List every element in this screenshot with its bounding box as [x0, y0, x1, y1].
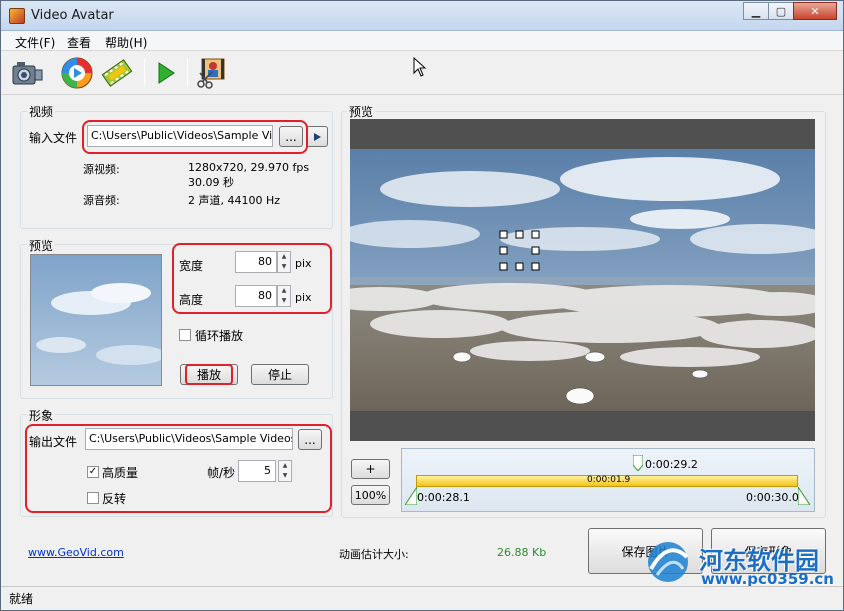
- menu-bar: 文件(F) 查看 帮助(H): [1, 31, 843, 51]
- browse-output-button[interactable]: ...: [298, 429, 322, 450]
- play-button[interactable]: 播放: [180, 364, 238, 385]
- video-preview[interactable]: [350, 119, 815, 441]
- high-quality-label: 高质量: [102, 466, 139, 480]
- height-unit: pix: [295, 291, 312, 304]
- fps-input[interactable]: 5: [238, 460, 276, 482]
- status-text: 就绪: [9, 592, 34, 606]
- window-controls: ▁ ▢ ✕: [743, 2, 837, 20]
- camera-icon[interactable]: [9, 55, 45, 91]
- output-file-label: 输出文件: [29, 435, 78, 449]
- source-video-label: 源视频:: [83, 163, 120, 176]
- play-icon[interactable]: [147, 55, 183, 91]
- source-video-value: 1280x720, 29.970 fps: [188, 161, 310, 174]
- website-link[interactable]: www.GeoVid.com: [28, 546, 124, 559]
- status-bar: 就绪: [1, 586, 843, 610]
- height-stepper[interactable]: ▲ ▼: [277, 285, 291, 307]
- stop-button[interactable]: 停止: [251, 364, 309, 385]
- media-player-icon[interactable]: [59, 55, 95, 91]
- height-label: 高度: [179, 293, 204, 307]
- fps-label: 帧/秒: [207, 466, 236, 480]
- menu-file[interactable]: 文件(F): [15, 34, 55, 51]
- minimize-button[interactable]: ▁: [743, 2, 769, 20]
- play-source-button[interactable]: [306, 126, 328, 147]
- start-handle-icon[interactable]: [404, 485, 418, 508]
- loop-label: 循环播放: [195, 329, 244, 343]
- app-window: Video Avatar ▁ ▢ ✕ 文件(F) 查看 帮助(H) 视频 输入文…: [0, 0, 844, 611]
- end-time: 0:00:30.0: [746, 491, 799, 504]
- video-cut-icon[interactable]: [193, 55, 229, 91]
- flip-label: 反转: [102, 492, 127, 506]
- width-stepper[interactable]: ▲ ▼: [277, 251, 291, 273]
- zoom-in-button[interactable]: +: [351, 459, 390, 479]
- source-audio-label: 源音频:: [83, 194, 120, 207]
- mouse-cursor-icon: [413, 56, 427, 80]
- loop-checkbox[interactable]: [179, 329, 191, 341]
- time-marker-icon[interactable]: [632, 454, 644, 474]
- play-button-label: 播放: [184, 364, 233, 385]
- flip-checkbox[interactable]: [87, 492, 99, 504]
- title-bar: Video Avatar ▁ ▢ ✕: [1, 1, 843, 31]
- size-estimate-label: 动画估计大小:: [339, 548, 409, 561]
- video-group-label: 视频: [27, 103, 56, 120]
- zoom-level-button[interactable]: 100%: [351, 485, 390, 505]
- width-input[interactable]: 80: [235, 251, 277, 273]
- window-title: Video Avatar: [31, 8, 114, 23]
- watermark-logo: [639, 539, 697, 588]
- toolbar-separator: [144, 59, 145, 87]
- menu-view[interactable]: 查看: [67, 34, 91, 51]
- avatar-thumbnail: [30, 254, 162, 386]
- input-highlight: [82, 120, 308, 154]
- app-icon: [9, 8, 25, 24]
- end-handle-icon[interactable]: [797, 485, 811, 508]
- source-duration: 30.09 秒: [188, 176, 234, 189]
- input-file-label: 输入文件: [29, 131, 78, 145]
- close-button[interactable]: ✕: [793, 2, 837, 20]
- high-quality-checkbox[interactable]: ✓: [87, 466, 99, 478]
- maximize-button[interactable]: ▢: [768, 2, 794, 20]
- selection-duration: 0:00:01.9: [587, 475, 631, 485]
- width-label: 宽度: [179, 259, 204, 273]
- fps-stepper[interactable]: ▲ ▼: [278, 460, 292, 482]
- menu-help[interactable]: 帮助(H): [105, 34, 147, 51]
- toolbar-separator: [187, 59, 188, 87]
- marker-time: 0:00:29.2: [645, 458, 698, 471]
- film-icon[interactable]: [99, 55, 135, 91]
- avatar-group-label: 形象: [27, 407, 56, 424]
- size-estimate-value: 26.88 Kb: [497, 546, 547, 559]
- toolbar: [1, 51, 843, 95]
- timeline[interactable]: 0:00:29.2 0:00:01.9 0:00:28.1 0:00:30.0: [401, 448, 815, 512]
- height-input[interactable]: 80: [235, 285, 277, 307]
- output-file-field[interactable]: C:\Users\Public\Videos\Sample Videos\Wil…: [85, 428, 293, 450]
- width-unit: pix: [295, 257, 312, 270]
- start-time: 0:00:28.1: [417, 491, 470, 504]
- main-preview-label: 预览: [347, 103, 376, 120]
- source-audio-value: 2 声道, 44100 Hz: [188, 194, 281, 207]
- preview-group-label: 预览: [27, 237, 56, 254]
